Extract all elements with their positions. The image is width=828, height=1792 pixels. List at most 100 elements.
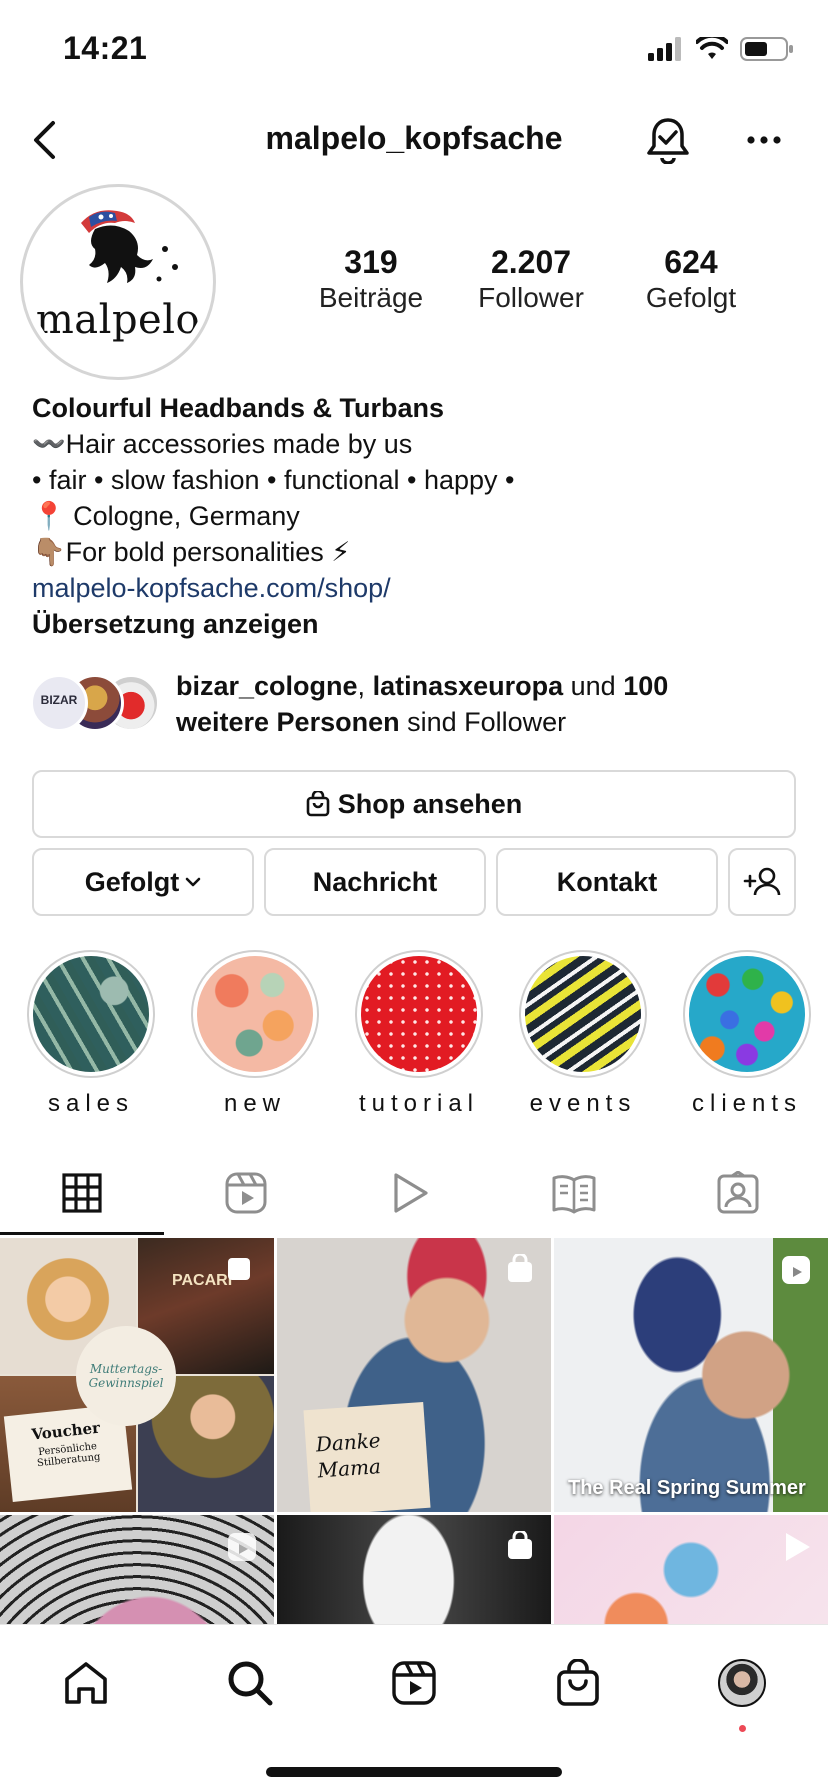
- profile-header: malpelo_kopfsache: [0, 100, 828, 180]
- highlight-clients[interactable]: clients: [672, 950, 822, 1118]
- stat-followers[interactable]: 2.207 Follower: [446, 244, 616, 316]
- grid-icon: [62, 1173, 102, 1213]
- post-thumbnail[interactable]: [0, 1515, 274, 1624]
- stat-posts-label: Beiträge: [318, 282, 424, 313]
- profile-username: malpelo_kopfsache: [265, 120, 563, 156]
- posts-grid: PACARI Voucher Persönliche Stilberatung …: [0, 1238, 828, 1624]
- thank-you-text: Danke Mama: [315, 1428, 382, 1483]
- suggested-accounts-button[interactable]: [728, 848, 796, 916]
- mutual-suffix: sind Follower: [399, 707, 567, 737]
- highlight-tutorial[interactable]: tutorial: [344, 950, 494, 1118]
- bio-line: 👇🏽For bold personalities ⚡: [32, 537, 351, 567]
- view-shop-label: Shop ansehen: [337, 788, 523, 819]
- highlight-ring: [27, 950, 155, 1078]
- reels-icon: [225, 1172, 267, 1214]
- mutual-avatar: BIZAR: [30, 674, 88, 732]
- mutual-followers[interactable]: BIZAR bizar_cologne, latinasxeuropa und …: [30, 668, 810, 748]
- stat-following-label: Gefolgt: [645, 282, 737, 313]
- post-thumbnail[interactable]: The Real Spring Summer: [554, 1238, 828, 1512]
- highlight-cover: [33, 956, 149, 1072]
- nav-home[interactable]: [54, 1651, 118, 1715]
- following-label: Gefolgt: [84, 866, 180, 897]
- chevron-down-icon: [185, 877, 201, 887]
- reels-icon: [782, 1256, 810, 1284]
- translate-bio-link[interactable]: Übersetzung anzeigen: [32, 606, 802, 642]
- profile-bio: Colourful Headbands & Turbans 〰️Hair acc…: [32, 390, 802, 642]
- profile-avatar: [718, 1659, 766, 1707]
- highlight-cover: [525, 956, 641, 1072]
- mutual-user-1[interactable]: bizar_cologne: [176, 671, 358, 701]
- highlight-new[interactable]: new: [180, 950, 330, 1118]
- story-highlights: sales new tutorial events clients: [0, 950, 828, 1120]
- nav-search[interactable]: [218, 1651, 282, 1715]
- mutual-avatar-label: BIZAR: [40, 693, 78, 707]
- contact-label: Kontakt: [556, 866, 658, 897]
- highlight-ring: [355, 950, 483, 1078]
- stat-following-value: 624: [664, 244, 718, 280]
- view-shop-button[interactable]: Shop ansehen: [32, 770, 796, 838]
- mutual-user-2[interactable]: latinasxeuropa: [373, 671, 564, 701]
- tab-tagged[interactable]: [656, 1150, 820, 1236]
- highlight-ring: [519, 950, 647, 1078]
- tab-videos[interactable]: [328, 1150, 492, 1236]
- tab-guides[interactable]: [492, 1150, 656, 1236]
- following-button[interactable]: Gefolgt: [32, 848, 254, 916]
- giveaway-title: Muttertags-Gewinnspiel: [88, 1362, 164, 1390]
- search-icon: [228, 1661, 273, 1706]
- logo-text: malpelo: [35, 297, 201, 343]
- nav-reels[interactable]: [382, 1651, 446, 1715]
- highlight-label: clients: [691, 1090, 803, 1117]
- home-indicator: [266, 1767, 562, 1777]
- nav-shop[interactable]: [546, 1651, 610, 1715]
- highlight-cover: [689, 956, 805, 1072]
- bio-line: 📍 Cologne, Germany: [32, 501, 300, 531]
- post-thumbnail[interactable]: PACARI Voucher Persönliche Stilberatung …: [0, 1238, 274, 1512]
- post-thumbnail[interactable]: Danke Mama: [277, 1238, 551, 1512]
- mutual-count: 100: [623, 671, 669, 701]
- bio-website-link[interactable]: malpelo-kopfsache.com/shop/: [32, 570, 802, 606]
- contact-button[interactable]: Kontakt: [496, 848, 718, 916]
- highlight-cover: [197, 956, 313, 1072]
- reels-icon: [392, 1661, 436, 1705]
- nav-profile[interactable]: [710, 1651, 774, 1715]
- video-play-icon: [394, 1173, 428, 1213]
- giveaway-circle: Muttertags-Gewinnspiel: [76, 1326, 176, 1426]
- notification-dot: [739, 1725, 746, 1732]
- profile-avatar[interactable]: malpelo: [20, 184, 216, 380]
- bio-line: 〰️Hair accessories made by us: [32, 429, 413, 459]
- post-thumbnail[interactable]: [554, 1515, 828, 1624]
- more-options-button[interactable]: [738, 120, 790, 160]
- tab-posts-grid[interactable]: [0, 1150, 164, 1236]
- status-icons: [648, 36, 794, 62]
- add-person-icon: [743, 867, 781, 896]
- highlight-sales[interactable]: sales: [16, 950, 166, 1118]
- bio-line: • fair • slow fashion • functional • hap…: [32, 465, 515, 495]
- notifications-button[interactable]: [642, 112, 694, 168]
- shopping-bag-icon: [306, 791, 330, 817]
- stat-following[interactable]: 624 Gefolgt: [606, 244, 776, 316]
- post-thumbnail[interactable]: [277, 1515, 551, 1624]
- highlight-events[interactable]: events: [508, 950, 658, 1118]
- bio-name: Colourful Headbands & Turbans: [32, 393, 445, 423]
- avatar-logo: malpelo: [29, 193, 207, 371]
- status-bar: 14:21: [0, 0, 828, 100]
- separator: ,: [357, 671, 373, 701]
- post-caption: The Real Spring Summer: [568, 1477, 806, 1499]
- home-icon: [65, 1662, 107, 1704]
- brand-label: PACARI: [172, 1272, 233, 1289]
- stat-followers-label: Follower: [478, 282, 584, 313]
- highlight-cover: [361, 956, 477, 1072]
- battery-icon: [740, 37, 793, 61]
- stat-followers-value: 2.207: [490, 244, 572, 280]
- tab-reels[interactable]: [164, 1150, 328, 1236]
- signal-icon: [648, 37, 681, 61]
- highlight-label: sales: [47, 1090, 135, 1117]
- conjunction: und: [563, 671, 624, 701]
- message-button[interactable]: Nachricht: [264, 848, 486, 916]
- bottom-navigation: [0, 1624, 828, 1792]
- active-tab-indicator: [0, 1232, 164, 1235]
- stat-posts[interactable]: 319 Beiträge: [286, 244, 456, 316]
- highlight-label: new: [223, 1090, 287, 1117]
- mutual-more: weitere Personen: [176, 707, 400, 737]
- shopping-bag-icon: [508, 1254, 532, 1282]
